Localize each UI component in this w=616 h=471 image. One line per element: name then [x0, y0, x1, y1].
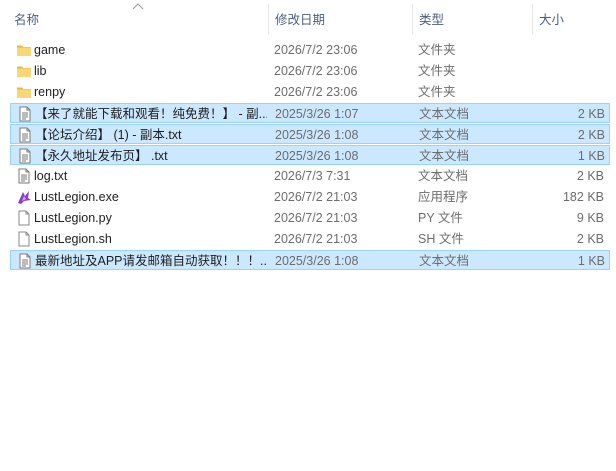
- file-modified-date: 2025/3/26 1:08: [275, 149, 359, 163]
- file-name: 【来了就能下载和观看！纯免费！】 - 副...: [35, 107, 267, 121]
- file-type: SH 文件: [418, 232, 464, 246]
- file-type: 文本文档: [419, 107, 470, 121]
- folder-icon: [16, 63, 32, 79]
- file-type: 文件夹: [418, 64, 456, 78]
- text-file-icon: [16, 168, 32, 184]
- file-name: 【论坛介绍】 (1) - 副本.txt: [35, 128, 182, 142]
- file-type: 文本文档: [419, 128, 470, 142]
- column-header-type[interactable]: 类型: [419, 0, 444, 36]
- file-row-selected[interactable]: 【永久地址发布页】 .txt 2025/3/26 1:08 文本文档 1 KB: [10, 145, 610, 165]
- text-file-icon: [17, 253, 33, 269]
- file-size: 2 KB: [577, 128, 605, 142]
- column-header-size[interactable]: 大小: [539, 0, 564, 36]
- file-row[interactable]: lib 2026/7/2 23:06 文件夹: [10, 61, 610, 81]
- file-type: 文件夹: [418, 43, 456, 57]
- folder-icon: [16, 84, 32, 100]
- file-type: 文本文档: [418, 169, 469, 183]
- file-type: 文件夹: [418, 85, 456, 99]
- file-size: 1 KB: [577, 149, 605, 163]
- file-modified-date: 2026/7/2 21:03: [274, 211, 358, 225]
- file-name: game: [34, 43, 66, 57]
- file-size: 9 KB: [576, 211, 604, 225]
- file-modified-date: 2025/3/26 1:08: [275, 254, 359, 268]
- column-divider[interactable]: [268, 4, 269, 34]
- file-name: renpy: [34, 85, 66, 99]
- file-type: 文本文档: [419, 254, 470, 268]
- file-size: [530, 82, 604, 102]
- file-name: 【永久地址发布页】 .txt: [35, 149, 168, 163]
- sort-ascending-icon: [132, 3, 144, 10]
- file-modified-date: 2025/3/26 1:07: [275, 107, 359, 121]
- file-row-selected[interactable]: 最新地址及APP请发邮箱自动获取！！！... 2025/3/26 1:08 文本文档…: [10, 250, 610, 270]
- file-size: 2 KB: [576, 169, 604, 183]
- column-divider[interactable]: [412, 4, 413, 34]
- file-row[interactable]: LustLegion.sh 2026/7/2 21:03 SH 文件 2 KB: [10, 229, 610, 249]
- file-modified-date: 2026/7/2 21:03: [274, 190, 358, 204]
- column-header-bar: 名称 修改日期 类型 大小: [0, 0, 616, 36]
- text-file-icon: [17, 127, 33, 143]
- file-row[interactable]: LustLegion.exe 2026/7/2 21:03 应用程序 182 KB: [10, 187, 610, 207]
- file-name: LustLegion.exe: [34, 190, 119, 204]
- file-row[interactable]: game 2026/7/2 23:06 文件夹: [10, 40, 610, 60]
- folder-icon: [16, 42, 32, 58]
- exe-app-icon: [16, 189, 32, 205]
- file-size: 1 KB: [577, 254, 605, 268]
- file-size: 2 KB: [577, 107, 605, 121]
- file-type: PY 文件: [418, 211, 463, 225]
- file-size: 182 KB: [562, 190, 604, 204]
- column-divider[interactable]: [532, 4, 533, 34]
- file-modified-date: 2026/7/2 23:06: [274, 85, 358, 99]
- column-header-name[interactable]: 名称: [14, 0, 39, 36]
- column-header-date[interactable]: 修改日期: [275, 0, 325, 36]
- text-file-icon: [17, 148, 33, 164]
- file-size: [530, 40, 604, 60]
- file-row-selected[interactable]: 【论坛介绍】 (1) - 副本.txt 2025/3/26 1:08 文本文档 2 K…: [10, 124, 610, 144]
- file-row[interactable]: LustLegion.py 2026/7/2 21:03 PY 文件 9 KB: [10, 208, 610, 228]
- blank-file-icon: [16, 210, 32, 226]
- file-size: [530, 61, 604, 81]
- blank-file-icon: [16, 231, 32, 247]
- file-modified-date: 2026/7/2 23:06: [274, 64, 358, 78]
- file-name: lib: [34, 64, 47, 78]
- file-name: 最新地址及APP请发邮箱自动获取！！！...: [35, 254, 267, 268]
- file-type: 文本文档: [419, 149, 470, 163]
- file-modified-date: 2026/7/2 21:03: [274, 232, 358, 246]
- file-name: LustLegion.py: [34, 211, 112, 225]
- file-type: 应用程序: [418, 190, 469, 204]
- file-size: 2 KB: [576, 232, 604, 246]
- file-modified-date: 2025/3/26 1:08: [275, 128, 359, 142]
- file-row-selected[interactable]: 【来了就能下载和观看！纯免费！】 - 副... 2025/3/26 1:07 文本文…: [10, 103, 610, 123]
- file-name: log.txt: [34, 169, 68, 183]
- file-row[interactable]: renpy 2026/7/2 23:06 文件夹: [10, 82, 610, 102]
- file-modified-date: 2026/7/2 23:06: [274, 43, 358, 57]
- file-name: LustLegion.sh: [34, 232, 112, 246]
- text-file-icon: [17, 106, 33, 122]
- file-modified-date: 2026/7/3 7:31: [274, 169, 351, 183]
- file-row[interactable]: log.txt 2026/7/3 7:31 文本文档 2 KB: [10, 166, 610, 186]
